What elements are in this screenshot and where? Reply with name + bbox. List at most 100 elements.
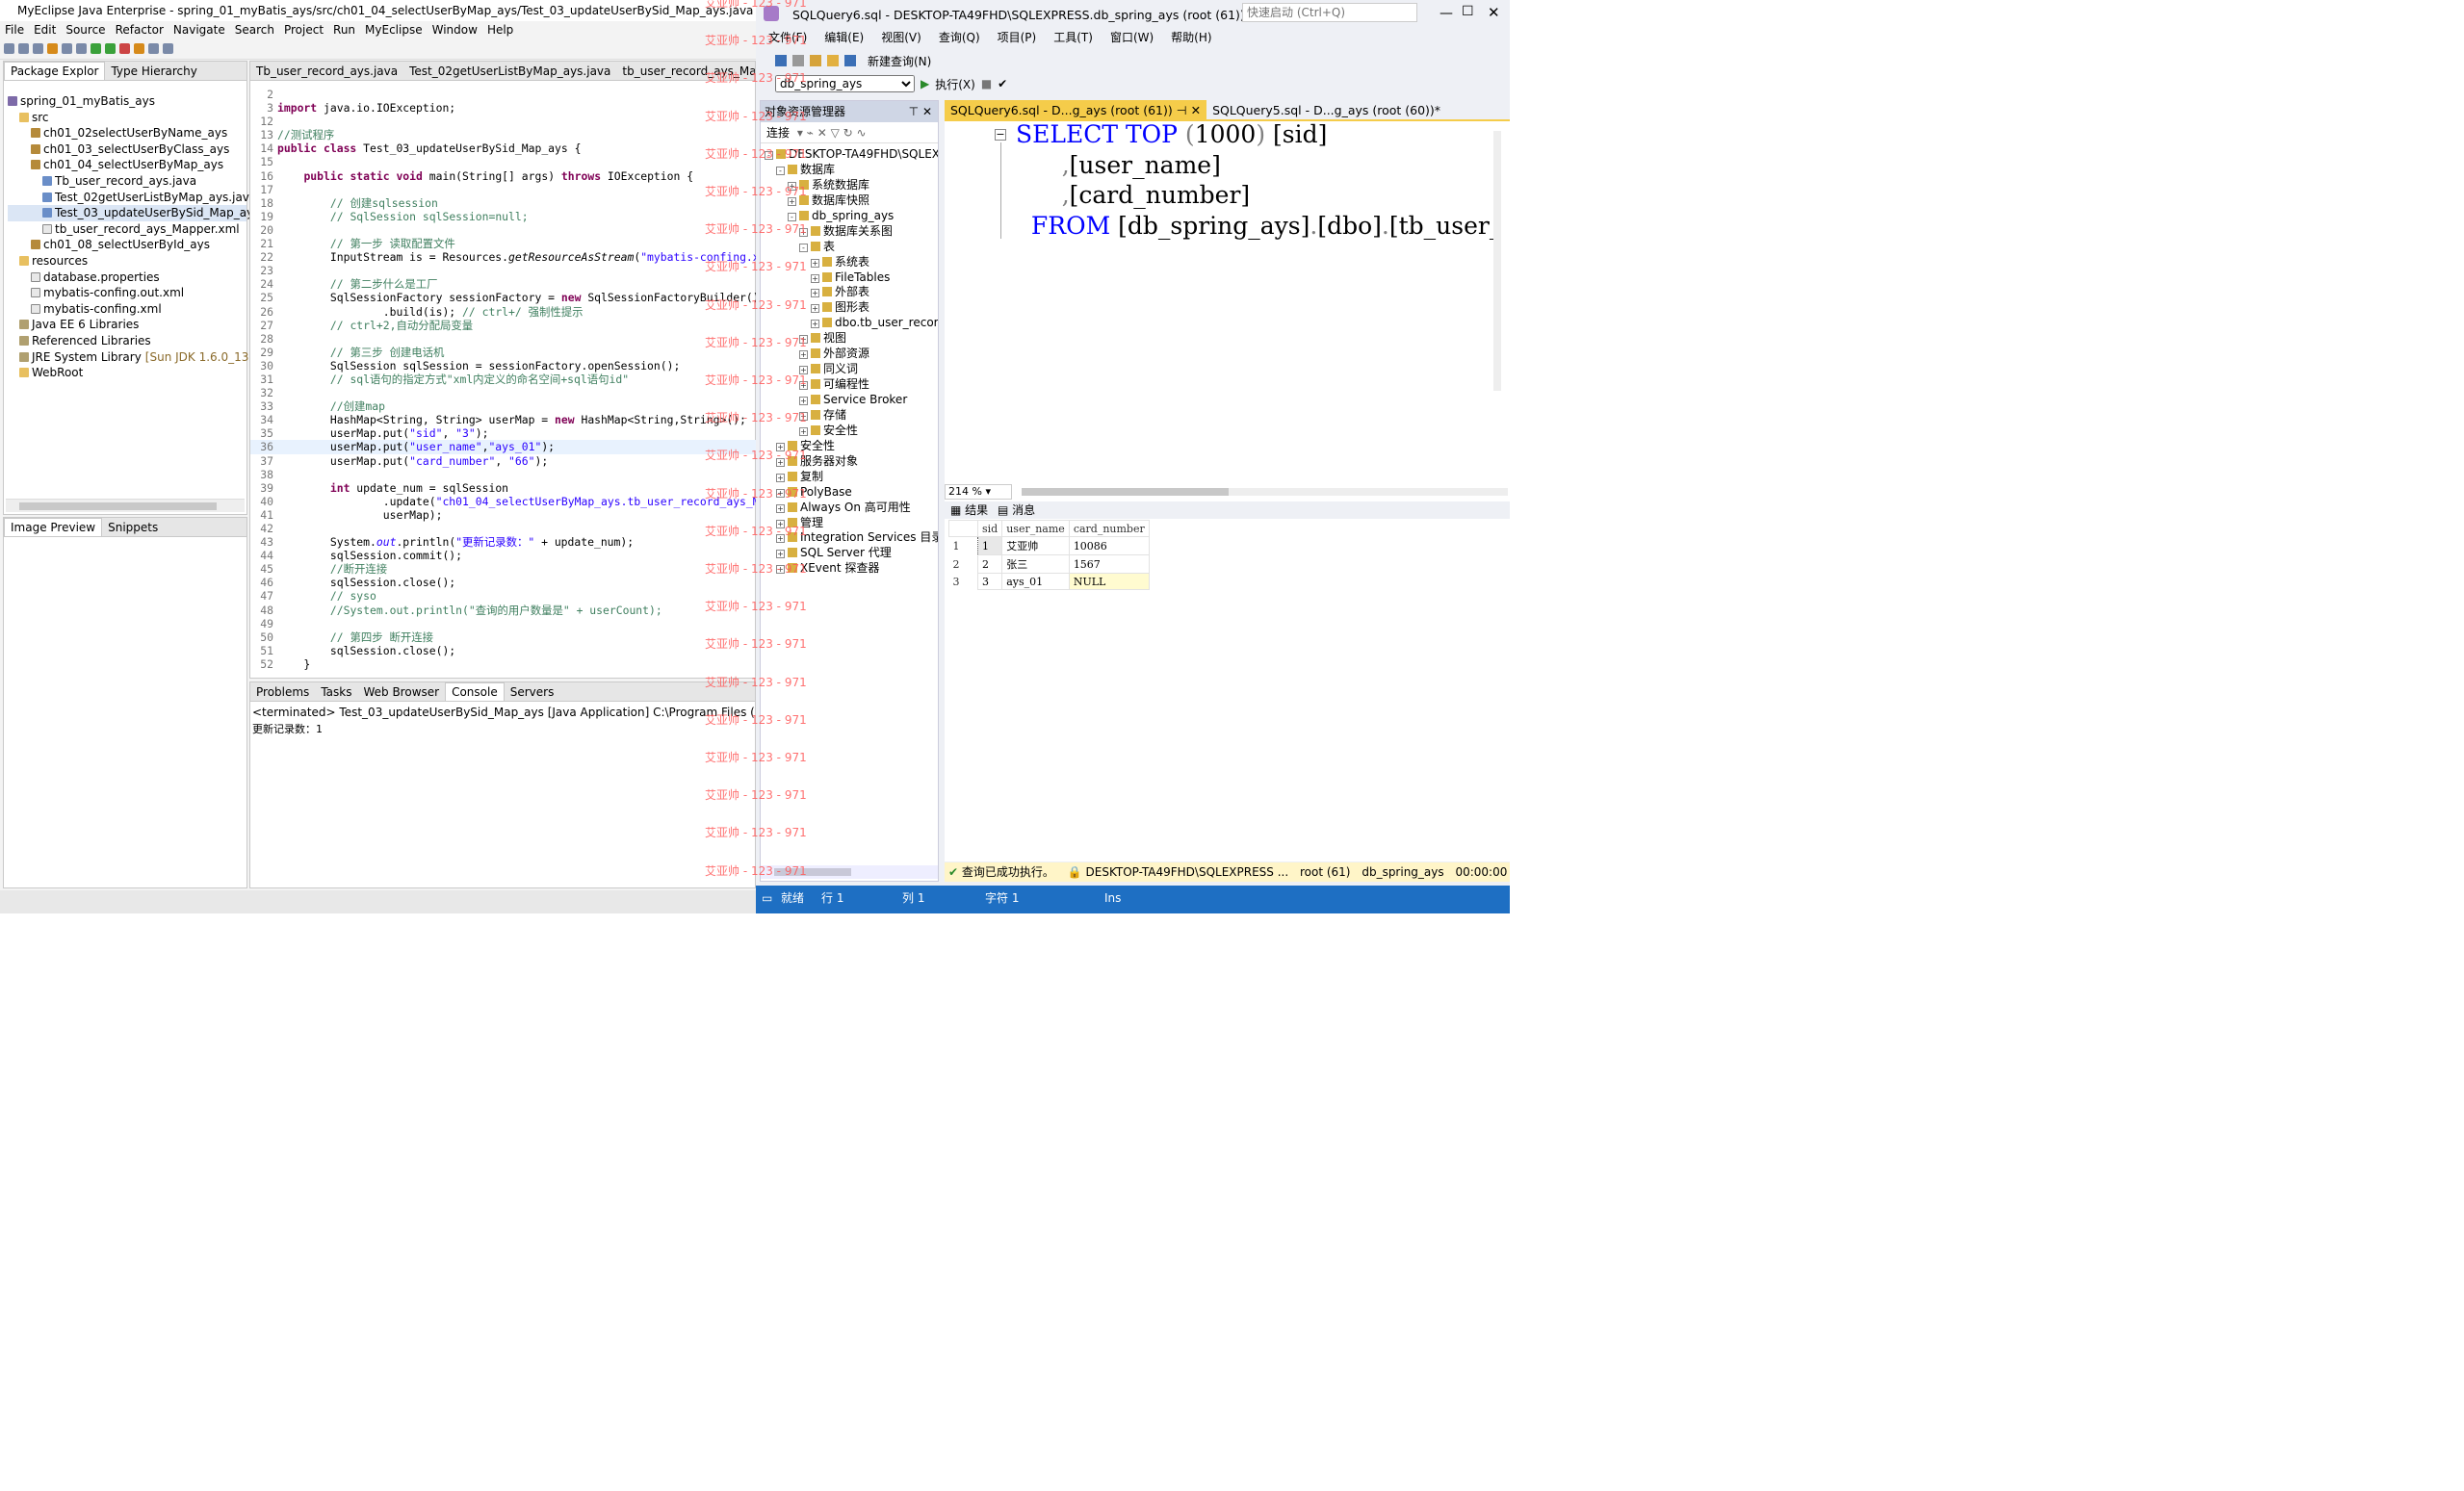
oe-tree-item[interactable]: + 系统数据库 [765, 178, 938, 193]
parse-icon[interactable]: ✔ [998, 77, 1007, 90]
menu-help[interactable]: Help [482, 23, 518, 37]
expand-icon[interactable]: + [776, 473, 785, 482]
oe-tree-item[interactable]: + 数据库关系图 [765, 224, 938, 240]
expand-icon[interactable]: + [811, 304, 819, 314]
refresh-icon[interactable]: ▾ ⌁ ✕ ▽ ↻ ∿ [797, 126, 867, 140]
expand-icon[interactable]: + [811, 258, 819, 268]
scroll-thumb[interactable] [19, 502, 217, 510]
oe-hscrollbar[interactable] [761, 865, 938, 879]
editor-tab[interactable]: tb_user_record_ays_Mappe [616, 63, 755, 80]
expand-icon[interactable]: + [799, 350, 808, 360]
open-task-icon[interactable] [163, 43, 173, 54]
oe-tree-item[interactable]: + XEvent 探查器 [765, 561, 938, 577]
tree-item[interactable]: Referenced Libraries [8, 333, 246, 349]
tree-item[interactable]: ch01_02selectUserByName_ays [8, 125, 246, 141]
table-cell[interactable]: NULL [1068, 573, 1150, 590]
ssms-menu-item[interactable]: 编辑(E) [816, 31, 872, 44]
menu-run[interactable]: Run [328, 23, 360, 37]
new-query-button[interactable]: 新建查询(N) [868, 53, 931, 69]
tree-item[interactable]: Test_03_updateUserBySid_Map_ays. [8, 205, 263, 221]
table-cell[interactable]: ays_01 [1001, 573, 1070, 590]
oe-tree-item[interactable]: + 视图 [765, 331, 938, 347]
oe-tree-item[interactable]: + 管理 [765, 516, 938, 531]
menu-source[interactable]: Source [61, 23, 110, 37]
oe-tree-item[interactable]: + 服务器对象 [765, 454, 938, 470]
tab-package-explorer[interactable]: Package Explor [4, 62, 106, 80]
oe-tree-item[interactable]: + Service Broker [765, 393, 938, 408]
oe-tree-item[interactable]: + FileTables [765, 270, 938, 286]
menu-myeclipse[interactable]: MyEclipse [360, 23, 428, 37]
tree-item[interactable]: mybatis-confing.out.xml [8, 285, 246, 301]
menu-project[interactable]: Project [279, 23, 328, 37]
expand-icon[interactable]: + [776, 457, 785, 467]
ssms-menu-item[interactable]: 窗口(W) [1102, 31, 1162, 44]
database-select[interactable]: db_spring_ays [775, 75, 915, 92]
open-type-icon[interactable] [148, 43, 159, 54]
ssms-menu-item[interactable]: 文件(F) [760, 31, 816, 44]
table-cell[interactable]: 1567 [1068, 554, 1150, 574]
oe-tree-item[interactable]: + 数据库快照 [765, 193, 938, 209]
oe-tree-item[interactable]: + Integration Services 目录 [765, 530, 938, 546]
debug-icon[interactable] [91, 43, 101, 54]
server-icon[interactable] [47, 43, 58, 54]
minimize-button[interactable]: — [1439, 6, 1453, 21]
tab-messages[interactable]: ▤ 消息 [998, 503, 1035, 517]
tree-item[interactable]: database.properties [8, 270, 246, 286]
tree-item[interactable]: ch01_03_selectUserByClass_ays [8, 141, 246, 158]
table-cell[interactable]: 1 [976, 536, 1003, 555]
quick-launch-input[interactable] [1242, 3, 1417, 22]
oe-tree-item[interactable]: + 外部资源 [765, 347, 938, 362]
close-button[interactable]: ✕ [1488, 4, 1500, 21]
expand-icon[interactable]: + [788, 196, 796, 206]
query-editor[interactable]: − SELECT TOP (1000) [sid] ,[user_name] ,… [945, 119, 1510, 501]
new-icon[interactable] [4, 43, 14, 54]
tree-item[interactable]: JRE System Library [Sun JDK 1.6.0_13] [8, 349, 253, 366]
collapse-icon[interactable]: - [799, 243, 808, 252]
expand-icon[interactable]: + [776, 534, 785, 544]
oe-tree-item[interactable]: - DESKTOP-TA49FHD\SQLEXPR [765, 147, 938, 163]
collapse-icon[interactable]: - [765, 151, 773, 160]
table-cell[interactable]: 艾亚帅 [1001, 536, 1070, 555]
tree-item[interactable]: Tb_user_record_ays.java [8, 173, 246, 190]
tree-item[interactable]: resources [8, 253, 246, 270]
ssms-menu-item[interactable]: 帮助(H) [1162, 31, 1220, 44]
oe-tree-item[interactable]: + dbo.tb_user_record_ [765, 316, 938, 331]
oe-tree-item[interactable]: + 外部表 [765, 285, 938, 300]
tab-snippets[interactable]: Snippets [102, 519, 164, 536]
sql-text[interactable]: SELECT TOP (1000) [sid] ,[user_name] ,[c… [1016, 119, 1497, 241]
menu-refactor[interactable]: Refactor [111, 23, 169, 37]
oe-tree-item[interactable]: + 安全性 [765, 424, 938, 439]
oe-tree-item[interactable]: + 同义词 [765, 362, 938, 377]
table-row[interactable]: 2 2 张三 1567 [949, 554, 1150, 574]
connect-button[interactable]: 连接 [766, 126, 790, 140]
code-area[interactable]: 2 3 import java.io.IOException; 12 13//测试程序 1… [250, 88, 756, 671]
query-doc-tab[interactable]: SQLQuery5.sql - D...g_ays (root (60))* [1206, 100, 1446, 121]
tree-item[interactable]: spring_01_myBatis_ays [8, 93, 246, 110]
table-cell[interactable]: 3 [976, 573, 1003, 590]
execute-button[interactable]: 执行(X) [935, 76, 975, 92]
save-icon[interactable] [18, 43, 29, 54]
oe-tree-item[interactable]: - 数据库 [765, 163, 938, 178]
menu-edit[interactable]: Edit [29, 23, 61, 37]
results-table[interactable]: sid user_name card_number 1 1 艾亚帅 10086 2 2 张三 156… [948, 520, 1150, 590]
external-tools-icon[interactable] [119, 43, 130, 54]
expand-icon[interactable]: + [776, 503, 785, 513]
new-package-icon[interactable] [134, 43, 144, 54]
expand-icon[interactable]: + [776, 550, 785, 559]
tab-web-browser[interactable]: Web Browser [357, 683, 445, 701]
expand-icon[interactable]: + [799, 227, 808, 237]
save-icon[interactable] [844, 55, 856, 66]
column-header[interactable]: user_name [1001, 520, 1070, 537]
oe-tree-item[interactable]: + SQL Server 代理 [765, 546, 938, 561]
close-tab-icon[interactable]: ⊣ ✕ [1173, 103, 1201, 117]
menu-window[interactable]: Window [428, 23, 482, 37]
tab-console[interactable]: Console [445, 682, 505, 701]
tree-item[interactable]: mybatis-confing.xml [8, 301, 246, 318]
oe-tree-item[interactable]: + 系统表 [765, 255, 938, 270]
back-icon[interactable] [775, 55, 787, 66]
oe-tree-item[interactable]: + PolyBase [765, 485, 938, 501]
oe-tree-item[interactable]: -表 [765, 240, 938, 255]
open-icon[interactable] [827, 55, 839, 66]
expand-icon[interactable]: + [799, 381, 808, 391]
tree-item[interactable]: ch01_04_selectUserByMap_ays [8, 157, 246, 173]
